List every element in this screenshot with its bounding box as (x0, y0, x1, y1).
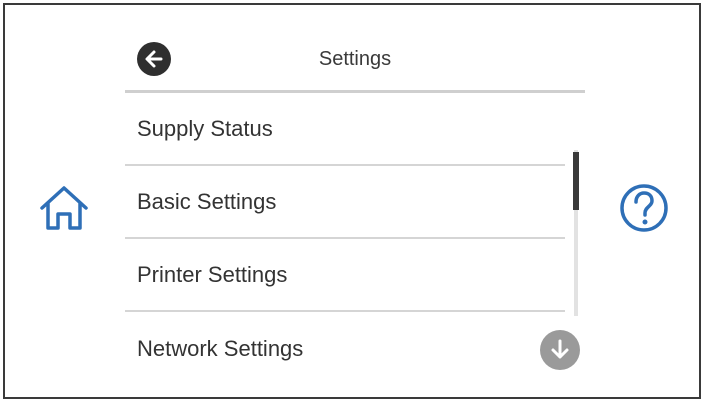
menu-item-label: Printer Settings (137, 261, 288, 287)
menu-item-label: Network Settings (137, 335, 304, 361)
menu-item-supply-status[interactable]: Supply Status (125, 93, 565, 166)
settings-menu-list: Supply Status Basic Settings Printer Set… (125, 93, 565, 385)
help-button[interactable] (616, 180, 672, 236)
scroll-down-icon (551, 339, 569, 359)
menu-item-basic-settings[interactable]: Basic Settings (125, 166, 565, 239)
home-button[interactable] (34, 182, 94, 234)
home-icon (40, 186, 88, 230)
help-icon (620, 184, 668, 232)
header-bar: Settings (125, 28, 585, 90)
menu-item-label: Supply Status (137, 115, 273, 141)
scrollbar-thumb[interactable] (573, 152, 579, 210)
page-title: Settings (318, 48, 392, 70)
menu-item-printer-settings[interactable]: Printer Settings (125, 239, 565, 312)
menu-item-label: Basic Settings (137, 188, 277, 214)
menu-item-network-settings[interactable]: Network Settings (125, 312, 565, 385)
scroll-down-button[interactable] (540, 330, 580, 370)
